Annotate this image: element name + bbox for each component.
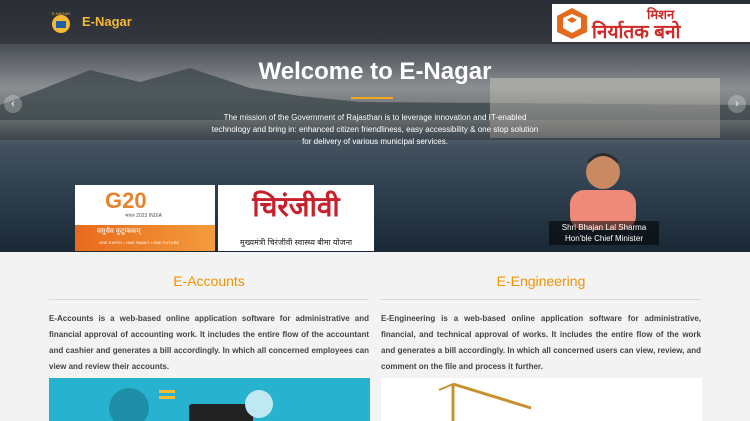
niryatak-bano-label: निर्यातक बनो	[592, 22, 681, 43]
chief-minister-photo	[570, 153, 636, 230]
title-underline	[351, 97, 393, 99]
e-accounts-title[interactable]: E-Accounts	[49, 273, 369, 289]
g20-theme: ONE EARTH • ONE FAMILY • ONE FUTURE	[99, 240, 180, 245]
logo-text: E-NAGAR	[52, 11, 70, 16]
crane-illustration-graphic	[438, 382, 532, 421]
chevron-right-icon: ›	[735, 98, 739, 110]
carousel-next-button[interactable]: ›	[728, 95, 746, 113]
g20-orange-band	[75, 225, 215, 251]
mission-description: The mission of the Government of Rajasth…	[211, 113, 539, 146]
g20-theme-hindi: वसुधैव कुटुम्बकम्	[97, 228, 141, 235]
chiranjeevi-banner[interactable]: चिरंजीवी मुख्यमंत्री चिरंजीवी स्वास्थ्य …	[218, 185, 374, 251]
page-title: Welcome to E-Nagar	[258, 58, 492, 85]
e-engineering-description: E-Engineering is a web-based online appl…	[381, 314, 701, 371]
e-accounts-illustration[interactable]	[49, 378, 370, 421]
mission-niryatak-badge: मिशन निर्यातक बनो	[552, 4, 750, 43]
g20-banner[interactable]: G20 भारत 2023 INDIA वसुधैव कुटुम्बकम् ON…	[75, 185, 215, 251]
chiranjeevi-subtitle: मुख्यमंत्री चिरंजीवी स्वास्थ्य बीमा योजन…	[239, 238, 353, 247]
carousel-prev-button[interactable]: ‹	[4, 95, 22, 113]
chief-minister-role: Hon'ble Chief Minister	[564, 234, 643, 243]
g20-logo: G20	[105, 188, 147, 213]
e-engineering-title[interactable]: E-Engineering	[381, 273, 701, 289]
export-box-icon	[557, 8, 587, 39]
brand-name[interactable]: E-Nagar	[82, 14, 132, 29]
enagar-logo-icon[interactable]: E-NAGAR	[48, 10, 74, 34]
divider	[381, 299, 701, 300]
chevron-left-icon: ‹	[11, 98, 15, 110]
chiranjeevi-title: चिरंजीवी	[252, 190, 340, 223]
g20-hindi: भारत 2023 INDIA	[125, 213, 162, 219]
chief-minister-name: Shri Bhajan Lal Sharma	[561, 223, 647, 232]
hero-banner: E-NAGAR E-Nagar मिशन निर्यातक बनो Welcom…	[0, 0, 750, 252]
chief-minister-caption: Shri Bhajan Lal Sharma Hon'ble Chief Min…	[549, 221, 659, 245]
e-engineering-illustration[interactable]	[381, 378, 702, 421]
divider	[49, 299, 369, 300]
accounts-illustration-graphic	[109, 388, 273, 421]
e-accounts-description: E-Accounts is a web-based online applica…	[49, 314, 369, 371]
